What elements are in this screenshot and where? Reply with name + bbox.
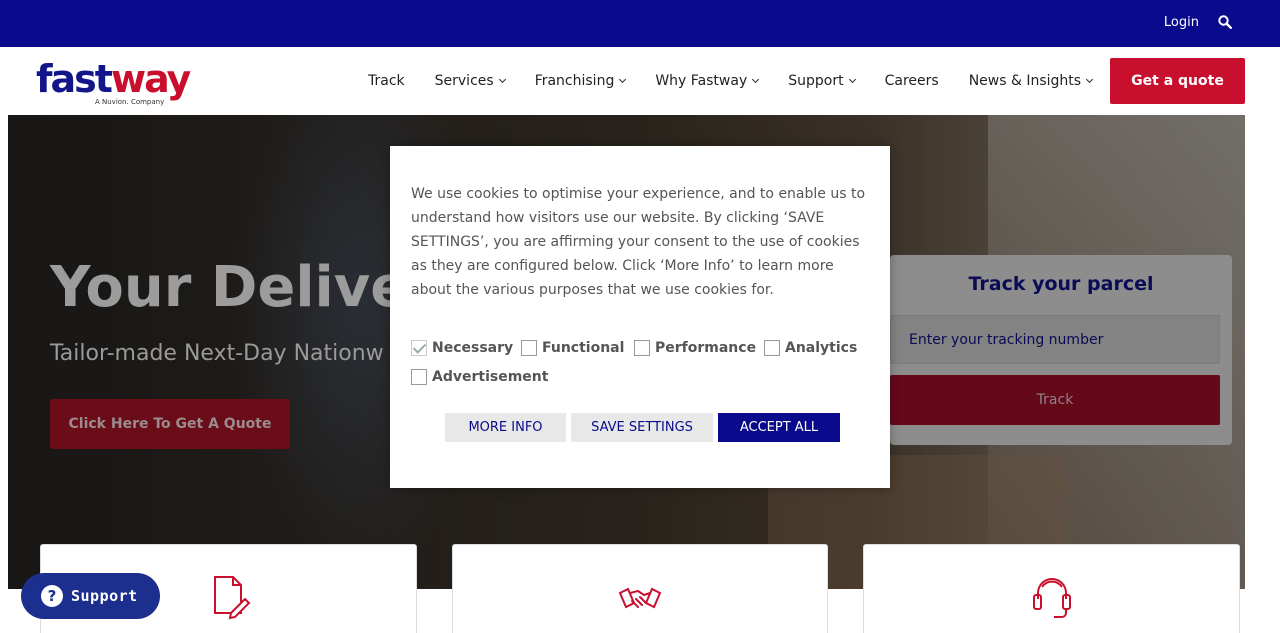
support-widget-button[interactable]: ? Support xyxy=(21,573,160,619)
nav-item-news-insights[interactable]: News & Insights xyxy=(968,73,1094,89)
search-icon[interactable] xyxy=(1218,15,1232,29)
chevron-down-icon xyxy=(848,75,856,84)
cookie-consent-modal: We use cookies to optimise your experien… xyxy=(390,146,890,488)
cookie-option-functional[interactable]: Functional xyxy=(521,340,624,356)
logo-wordmark: fastway xyxy=(36,57,191,101)
nav-item-why-fastway[interactable]: Why Fastway xyxy=(655,73,760,89)
checkbox-necessary[interactable] xyxy=(411,340,427,356)
document-pen-icon xyxy=(213,576,250,620)
logo-tagline: A Nuvion. Company xyxy=(95,98,165,106)
checkbox-performance[interactable] xyxy=(634,340,650,356)
tracking-number-input[interactable]: Enter your tracking number xyxy=(890,315,1220,364)
fastway-logo[interactable]: fastway A Nuvion. Company xyxy=(36,57,191,107)
nav-item-careers[interactable]: Careers xyxy=(885,73,939,89)
top-bar: Login xyxy=(0,0,1280,47)
hero-quote-button[interactable]: Click Here To Get A Quote xyxy=(50,399,290,449)
cookie-option-necessary[interactable]: Necessary xyxy=(411,340,513,356)
cookie-option-label: Necessary xyxy=(432,340,514,356)
nav-item-label: Services xyxy=(434,73,494,89)
nav-item-label: Support xyxy=(788,73,844,89)
feature-card[interactable] xyxy=(863,544,1240,633)
feature-cards xyxy=(0,544,1280,633)
get-a-quote-button[interactable]: Get a quote xyxy=(1110,58,1245,104)
track-card-title: Track your parcel xyxy=(968,273,1154,295)
chevron-down-icon xyxy=(1086,75,1094,84)
accept-all-button[interactable]: ACCEPT ALL xyxy=(718,413,840,442)
nav-item-support[interactable]: Support xyxy=(788,73,856,89)
cookie-option-label: Performance xyxy=(655,340,757,356)
checkbox-functional[interactable] xyxy=(521,340,537,356)
main-navbar: fastway A Nuvion. Company Track Services… xyxy=(0,47,1280,115)
logo-primary-text: fast xyxy=(36,57,113,101)
feature-card[interactable] xyxy=(452,544,828,633)
nav-item-label: News & Insights xyxy=(968,73,1082,89)
chevron-down-icon xyxy=(752,75,760,84)
cookie-option-analytics[interactable]: Analytics xyxy=(764,340,857,356)
cookie-option-label: Analytics xyxy=(785,340,858,356)
cookie-option-performance[interactable]: Performance xyxy=(634,340,756,356)
primary-nav: Track Services Franchising Why Fastway S… xyxy=(368,47,1122,115)
logo-accent-text: way xyxy=(110,57,191,101)
checkbox-analytics[interactable] xyxy=(764,340,780,356)
handshake-icon xyxy=(618,587,662,609)
cookie-option-label: Advertisement xyxy=(432,369,549,385)
nav-item-services[interactable]: Services xyxy=(434,73,506,89)
cookie-consent-text: We use cookies to optimise your experien… xyxy=(411,186,866,298)
track-parcel-card: Track your parcel Enter your tracking nu… xyxy=(890,255,1232,445)
more-info-button[interactable]: MORE INFO xyxy=(445,413,566,442)
cookie-option-advertisement[interactable]: Advertisement xyxy=(411,369,548,385)
question-circle-icon: ? xyxy=(41,585,63,607)
nav-item-label: Careers xyxy=(884,73,939,89)
track-button[interactable]: Track xyxy=(890,375,1220,425)
nav-item-label: Why Fastway xyxy=(655,73,748,89)
nav-item-franchising[interactable]: Franchising xyxy=(534,73,627,89)
checkbox-advertisement[interactable] xyxy=(411,369,427,385)
cookie-option-label: Functional xyxy=(542,340,625,356)
chevron-down-icon xyxy=(498,75,506,84)
login-link[interactable]: Login xyxy=(1164,15,1199,30)
nav-item-track[interactable]: Track xyxy=(368,73,405,89)
headset-icon xyxy=(1032,578,1071,618)
support-widget-label: Support xyxy=(71,587,138,605)
chevron-down-icon xyxy=(619,75,627,84)
nav-item-label: Franchising xyxy=(534,73,615,89)
save-settings-button[interactable]: SAVE SETTINGS xyxy=(571,413,713,442)
hero-subtitle: Tailor-made Next-Day Nationw xyxy=(50,341,384,366)
nav-item-label: Track xyxy=(368,73,405,89)
